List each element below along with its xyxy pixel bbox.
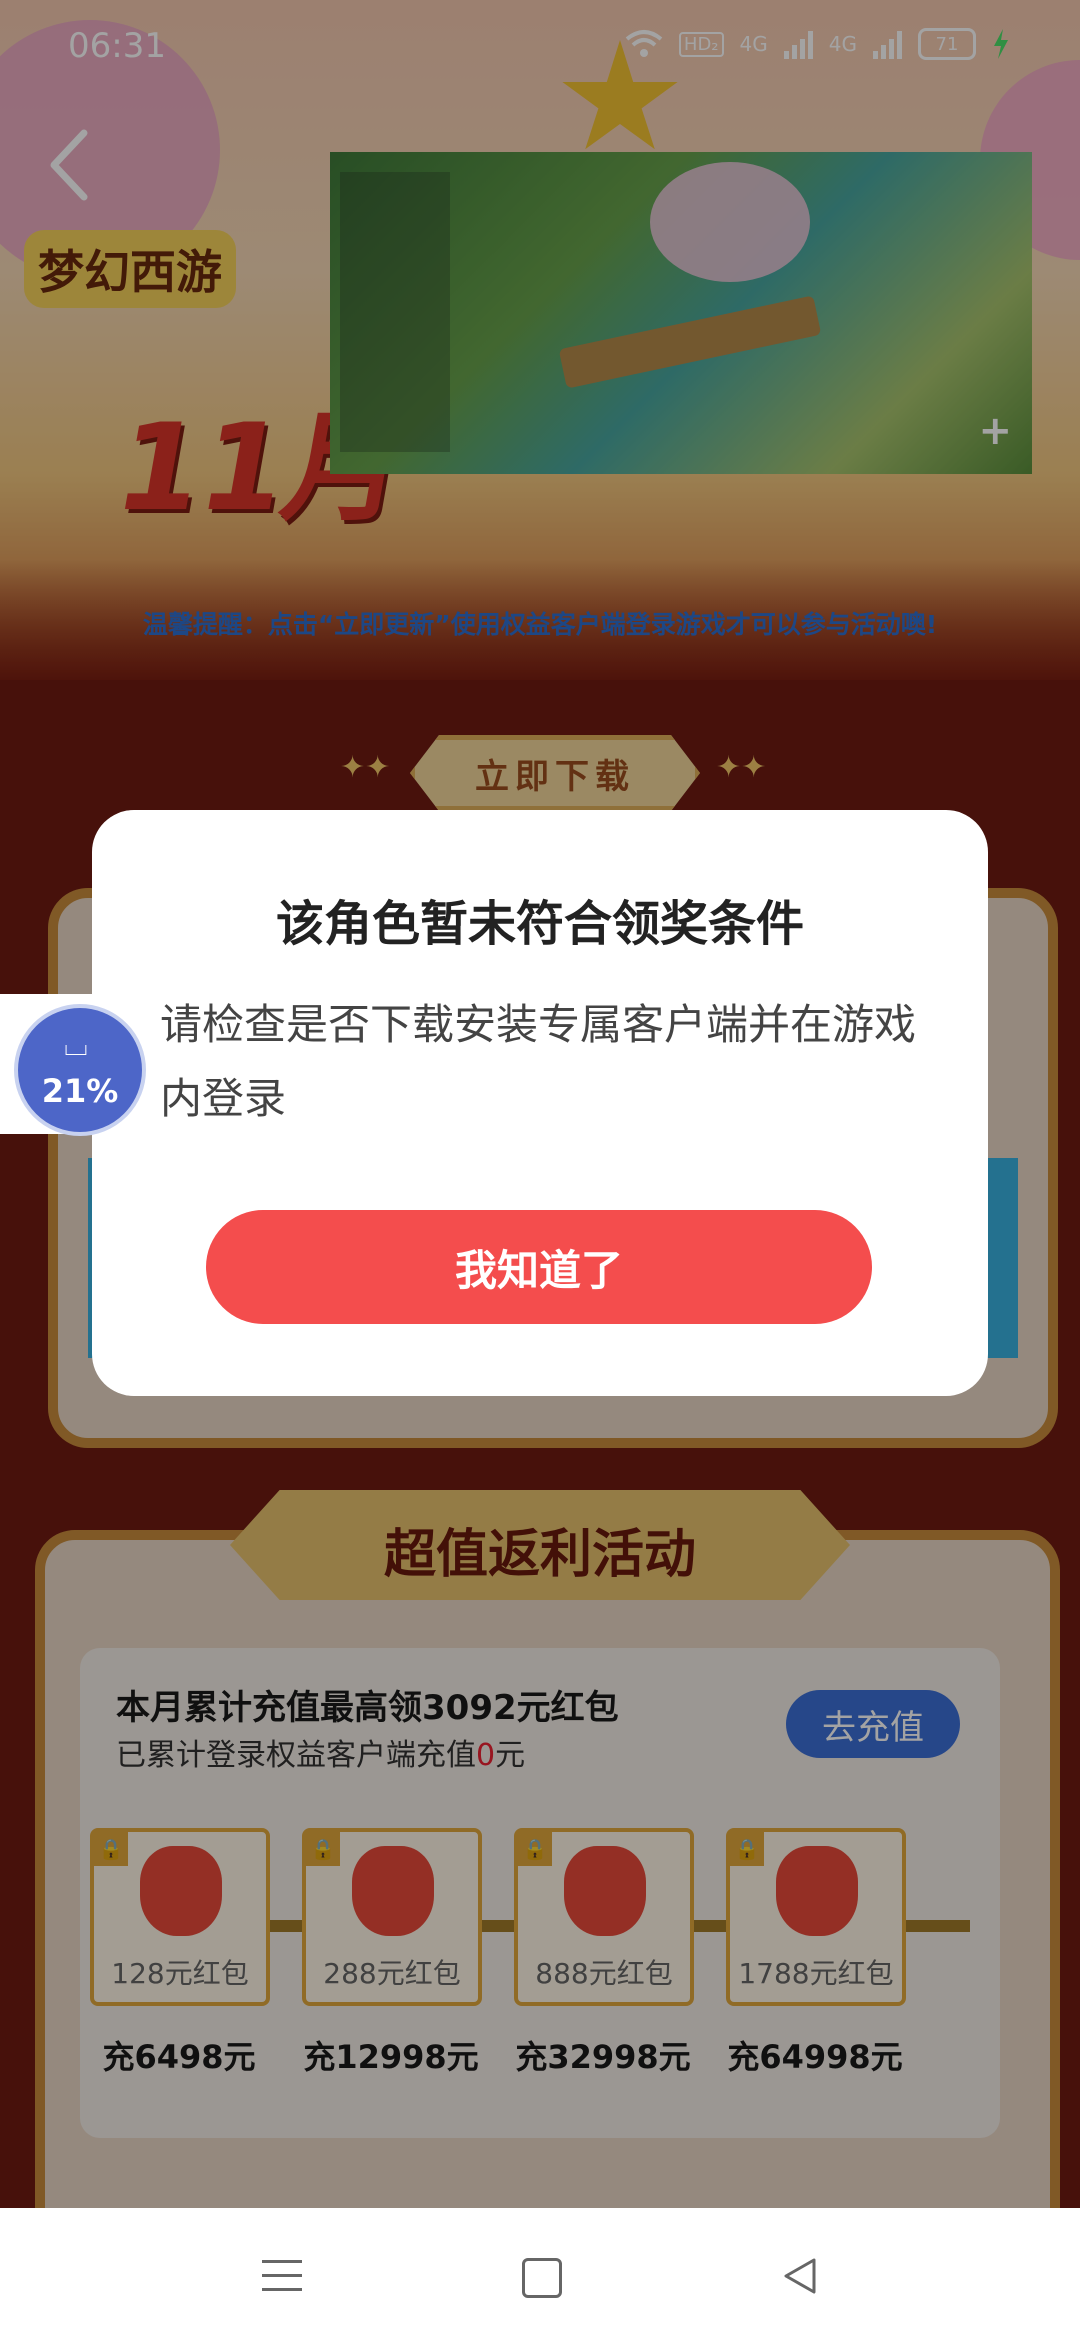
- dialog-title: 该角色暂未符合领奖条件: [275, 896, 804, 952]
- recent-apps-button[interactable]: [262, 2260, 302, 2292]
- dialog-message: 请检查是否下载安装专属客户端并在游戏内登录: [160, 1000, 917, 1123]
- progress-percent: 21%: [41, 1072, 119, 1110]
- got-it-button[interactable]: 我知道了: [206, 1210, 872, 1324]
- progress-circle: ⌴ 21%: [14, 1004, 146, 1136]
- ineligible-dialog: 该角色暂未符合领奖条件 请检查是否下载安装专属客户端并在游戏内登录 我知道了: [92, 810, 988, 1396]
- tray-icon: ⌴: [64, 1028, 88, 1063]
- home-button[interactable]: [522, 2258, 562, 2298]
- activity-page: 梦幻西游 11月 温馨提醒：点击“立即更新”使用权益客户端登录游戏才可以参与活动…: [0, 0, 1080, 2208]
- floating-progress-widget[interactable]: ⌴ 21%: [0, 994, 146, 1136]
- system-nav-bar: [0, 2208, 1080, 2340]
- back-triangle-button[interactable]: [780, 2256, 820, 2296]
